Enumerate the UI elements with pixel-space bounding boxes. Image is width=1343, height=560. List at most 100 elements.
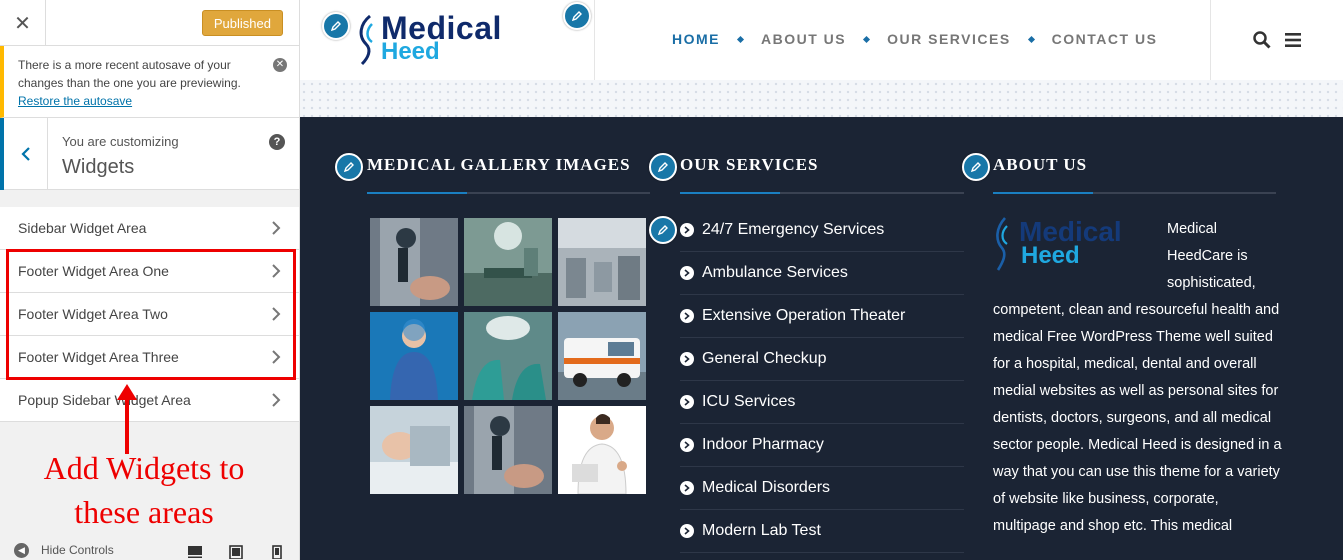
published-button[interactable]: Published [201, 10, 283, 36]
nav-contact-us[interactable]: CONTACT US [1052, 31, 1158, 47]
dismiss-notice-icon[interactable]: ✕ [273, 58, 287, 72]
service-item[interactable]: Ambulance Services [680, 252, 964, 295]
chevron-circle-icon [680, 524, 694, 538]
chevron-circle-icon [680, 481, 694, 495]
edit-pencil-icon[interactable] [563, 2, 591, 30]
nav-separator [863, 35, 871, 43]
title-underline [680, 192, 964, 194]
annotation-text: Add Widgets to these areas [43, 450, 245, 530]
services-list: 24/7 Emergency Services Ambulance Servic… [680, 209, 964, 553]
widget-area-label: Sidebar Widget Area [18, 220, 147, 236]
mobile-preview-icon[interactable] [272, 545, 282, 559]
nav-separator [736, 35, 745, 43]
service-item[interactable]: ICU Services [680, 381, 964, 424]
chevron-circle-icon [680, 352, 694, 366]
gallery-image[interactable] [558, 312, 646, 400]
chevron-circle-icon [680, 223, 694, 237]
widget-area-footer-two[interactable]: Footer Widget Area Two [0, 293, 299, 336]
annotation-arrow [117, 384, 137, 454]
service-item[interactable]: Medical Disorders [680, 467, 964, 510]
main-nav: HOME ABOUT US OUR SERVICES CONTACT US [672, 31, 1157, 47]
hide-controls-label: Hide Controls [41, 543, 114, 557]
title-underline [993, 192, 1276, 194]
back-button[interactable] [0, 118, 48, 190]
widget-area-sidebar[interactable]: Sidebar Widget Area [0, 207, 299, 250]
autosave-message: There is a more recent autosave of your … [18, 58, 241, 90]
edit-pencil-icon[interactable] [322, 12, 350, 40]
gallery-image[interactable] [464, 312, 552, 400]
service-label: 24/7 Emergency Services [702, 221, 885, 238]
collapse-icon: ◀ [14, 542, 29, 558]
site-header: Medical Heed HOME ABOUT US OUR SERVICES … [300, 0, 1343, 80]
panel-header: You are customizing Widgets ? [0, 118, 299, 190]
service-item[interactable]: Indoor Pharmacy [680, 424, 964, 467]
edit-pencil-icon[interactable] [962, 153, 990, 181]
service-item[interactable]: 24/7 Emergency Services [680, 209, 964, 252]
nav-home[interactable]: HOME [672, 31, 720, 47]
gallery-image[interactable] [464, 218, 552, 306]
service-item[interactable]: General Checkup [680, 338, 964, 381]
help-icon[interactable]: ? [269, 134, 285, 150]
desktop-preview-icon[interactable] [187, 545, 203, 559]
widget-area-label: Popup Sidebar Widget Area [18, 392, 191, 408]
service-label: General Checkup [702, 350, 827, 367]
chevron-circle-icon [680, 266, 694, 280]
menu-icon[interactable] [1285, 33, 1301, 47]
chevron-right-icon [272, 221, 281, 235]
tablet-preview-icon[interactable] [229, 545, 243, 559]
service-item[interactable]: Extensive Operation Theater [680, 295, 964, 338]
edit-pencil-icon[interactable] [649, 216, 677, 244]
gallery-image[interactable] [558, 406, 646, 494]
service-label: Ambulance Services [702, 264, 848, 281]
service-label: Indoor Pharmacy [702, 436, 824, 453]
chevron-circle-icon [680, 395, 694, 409]
widget-area-list: Sidebar Widget Area Footer Widget Area O… [0, 207, 299, 422]
chevron-circle-icon [680, 438, 694, 452]
service-label: Medical Disorders [702, 479, 831, 496]
panel-title: Widgets [62, 156, 135, 178]
services-title: OUR SERVICES [680, 155, 819, 174]
customizing-label: You are customizing [62, 134, 179, 149]
widget-area-popup-sidebar[interactable]: Popup Sidebar Widget Area [0, 379, 299, 422]
service-label: Extensive Operation Theater [702, 307, 906, 324]
nav-about-us[interactable]: ABOUT US [761, 31, 846, 47]
restore-autosave-link[interactable]: Restore the autosave [18, 94, 132, 108]
gallery-grid [370, 218, 646, 494]
widget-area-label: Footer Widget Area Three [18, 349, 179, 365]
decorative-strip [300, 80, 1343, 117]
nav-our-services[interactable]: OUR SERVICES [887, 31, 1011, 47]
close-icon: ✕ [14, 12, 31, 35]
gallery-image[interactable] [370, 406, 458, 494]
edit-pencil-icon[interactable] [335, 153, 363, 181]
chevron-circle-icon [680, 309, 694, 323]
customizer-sidebar: ✕ Published There is a more recent autos… [0, 0, 300, 560]
widget-area-label: Footer Widget Area Two [18, 306, 168, 322]
chevron-right-icon [272, 350, 281, 364]
edit-pencil-icon[interactable] [649, 153, 677, 181]
service-label: ICU Services [702, 393, 796, 410]
gallery-image[interactable] [370, 218, 458, 306]
autosave-notice: There is a more recent autosave of your … [0, 46, 299, 118]
close-customizer-button[interactable]: ✕ [0, 0, 46, 46]
chevron-right-icon [272, 307, 281, 321]
chevron-right-icon [272, 393, 281, 407]
logo-area: Medical Heed [300, 0, 595, 80]
chevron-right-icon [272, 264, 281, 278]
widget-area-footer-three[interactable]: Footer Widget Area Three [0, 336, 299, 379]
customizer-footer: ◀ Hide Controls [0, 540, 299, 560]
logo-subtitle: Heed [381, 38, 440, 65]
site-preview: Medical Heed HOME ABOUT US OUR SERVICES … [300, 0, 1343, 560]
gallery-image[interactable] [370, 312, 458, 400]
hide-controls-button[interactable]: ◀ Hide Controls [0, 542, 114, 558]
customizer-header: ✕ Published [0, 0, 299, 46]
logo-mark-icon [359, 14, 373, 66]
nav-separator [1027, 35, 1035, 43]
widget-area-footer-one[interactable]: Footer Widget Area One [0, 250, 299, 293]
gallery-image[interactable] [464, 406, 552, 494]
service-label: Modern Lab Test [702, 522, 821, 539]
about-title: ABOUT US [993, 155, 1088, 174]
gallery-image[interactable] [558, 218, 646, 306]
widget-area-label: Footer Widget Area One [18, 263, 169, 279]
service-item[interactable]: Modern Lab Test [680, 510, 964, 553]
search-icon[interactable] [1253, 31, 1271, 49]
